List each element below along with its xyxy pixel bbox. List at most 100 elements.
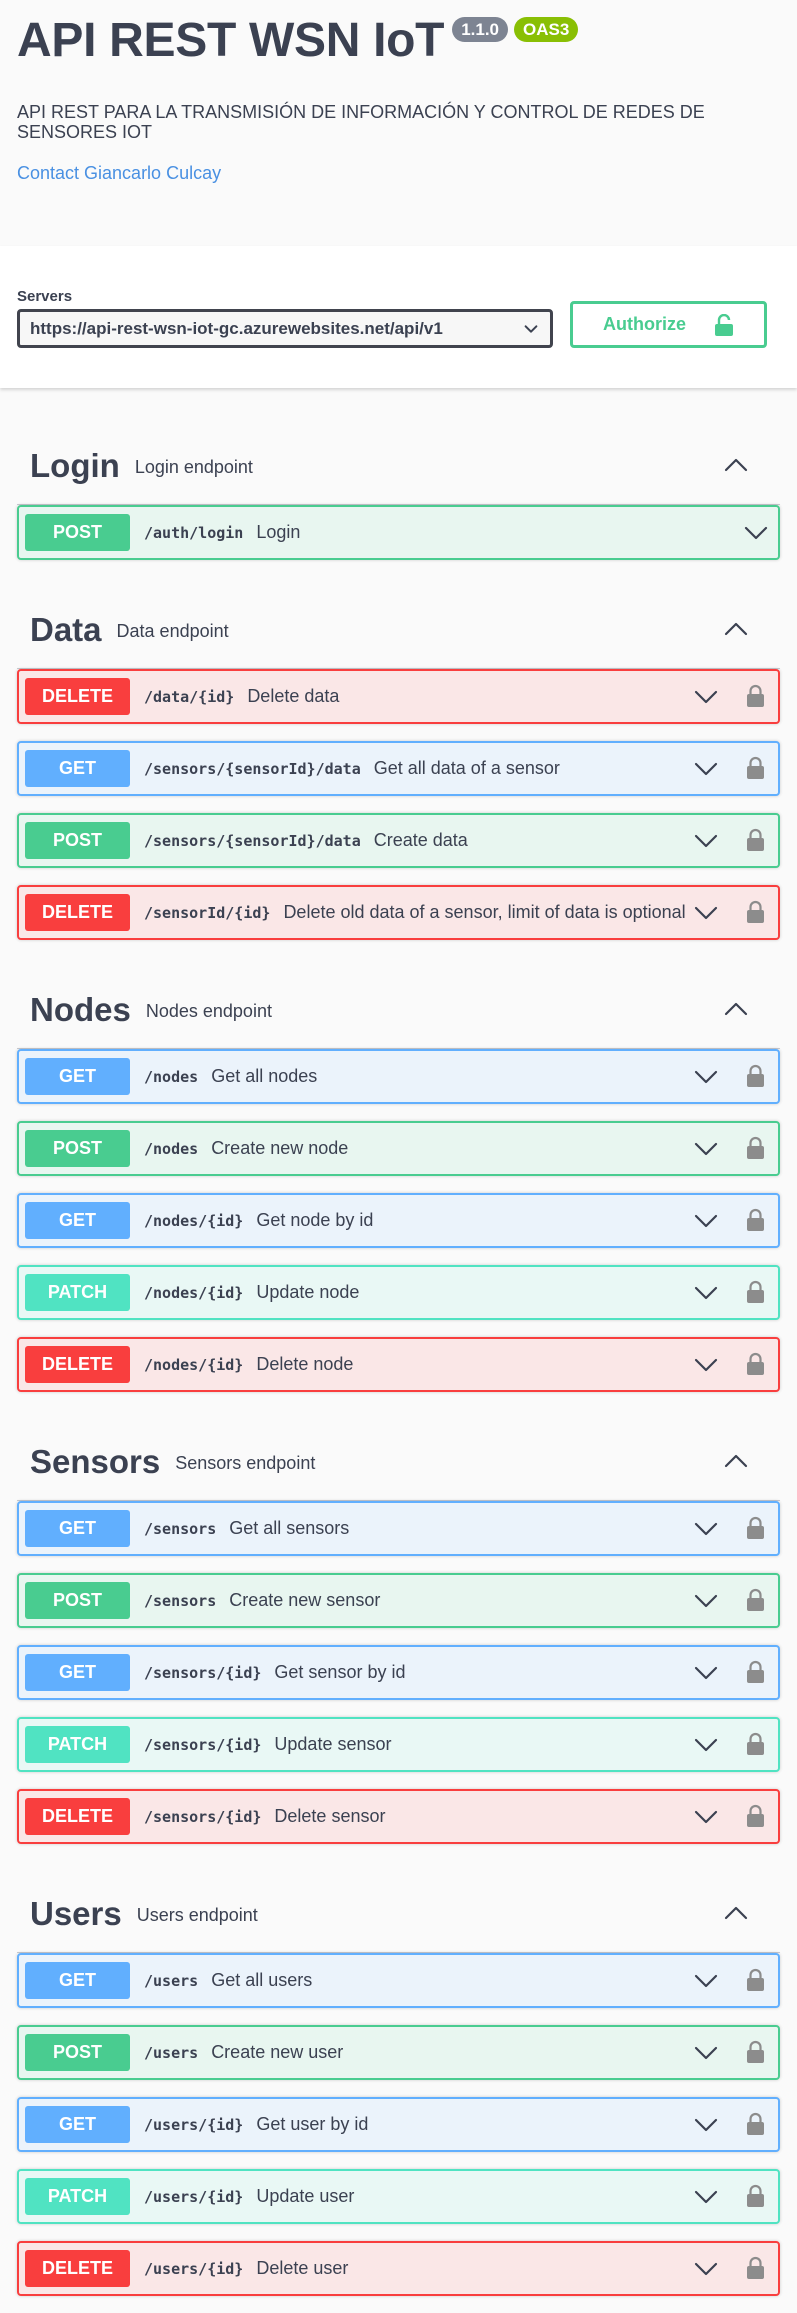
operation-path: /users/{id} [144,2259,244,2278]
operation-get-row[interactable]: GET/sensors Get all sensors [17,1501,780,1556]
oas-badge: OAS3 [514,17,579,42]
tag-description: Users endpoint [136,1905,258,1925]
tag-name: Sensors [30,1442,161,1480]
lock-icon[interactable] [746,1588,765,1612]
chevron-down-icon[interactable] [694,905,718,921]
lock-icon[interactable] [746,756,765,780]
operation-post-row[interactable]: POST/sensors Create new sensor [17,1573,780,1628]
operation-delete-row[interactable]: DELETE/nodes/{id} Delete node [17,1337,780,1392]
operation-post-row[interactable]: POST/users Create new user [17,2025,780,2080]
operation-get-row[interactable]: GET/sensors/{id} Get sensor by id [17,1645,780,1700]
operation-delete-row[interactable]: DELETE/data/{id} Delete data [17,669,780,724]
authorize-button[interactable]: Authorize [570,301,767,348]
operation-get-row[interactable]: GET/nodes Get all nodes [17,1049,780,1104]
version-badge: 1.1.0 [452,17,509,42]
chevron-down-icon[interactable] [694,2045,718,2061]
operation-summary: Create new node [211,1138,349,1158]
servers-label: Servers [17,288,73,305]
operation-post-row[interactable]: POST/sensors/{sensorId}/data Create data [17,813,780,868]
tag-header[interactable]: Sensors Sensors endpoint [17,1423,780,1501]
chevron-down-icon[interactable] [694,1973,718,1989]
operation-get-row[interactable]: GET/nodes/{id} Get node by id [17,1193,780,1248]
operation-get-row[interactable]: GET/users/{id} Get user by id [17,2097,780,2152]
operation-patch-row[interactable]: PATCH/nodes/{id} Update node [17,1265,780,1320]
server-select[interactable]: https://api-rest-wsn-iot-gc.azurewebsite… [17,309,553,348]
operation-get-row[interactable]: GET/users Get all users [17,1953,780,2008]
chevron-down-icon[interactable] [694,1593,718,1609]
operation-delete-row[interactable]: DELETE/sensors/{id} Delete sensor [17,1789,780,1844]
chevron-up-icon[interactable] [724,1905,748,1921]
chevron-down-icon[interactable] [694,1141,718,1157]
chevron-down-icon[interactable] [694,1285,718,1301]
operation-get-row[interactable]: GET/sensors/{sensorId}/data Get all data … [17,741,780,796]
authorize-label: Authorize [603,314,686,334]
api-title: API REST WSN IoT [17,14,445,67]
chevron-down-icon[interactable] [694,1665,718,1681]
lock-icon[interactable] [746,828,765,852]
lock-icon[interactable] [746,1280,765,1304]
chevron-down-icon[interactable] [694,689,718,705]
lock-icon[interactable] [746,2040,765,2064]
operation-path: /sensors [144,1591,217,1610]
lock-icon[interactable] [746,2184,765,2208]
lock-icon[interactable] [746,2112,765,2136]
operation-path: /nodes/{id} [144,1283,244,1302]
tag-description: Nodes endpoint [145,1001,272,1021]
operation-summary: Get all sensors [229,1518,350,1538]
chevron-down-icon[interactable] [694,1737,718,1753]
method-badge: DELETE [25,678,130,715]
tag-section-nodes: Nodes Nodes endpoint GET/nodes Get all node… [17,971,780,1426]
operation-summary: Get sensor by id [274,1662,406,1682]
chevron-down-icon[interactable] [744,525,768,541]
chevron-up-icon[interactable] [724,1001,748,1017]
operation-patch-row[interactable]: PATCH/users/{id} Update user [17,2169,780,2224]
lock-icon[interactable] [746,1968,765,1992]
operation-patch-row[interactable]: PATCH/sensors/{id} Update sensor [17,1717,780,1772]
method-badge: GET [25,1962,130,1999]
chevron-down-icon[interactable] [694,761,718,777]
method-badge: GET [25,1058,130,1095]
lock-icon[interactable] [746,1516,765,1540]
chevron-down-icon[interactable] [694,2261,718,2277]
operation-delete-row[interactable]: DELETE/sensorId/{id} Delete old data of a… [17,885,780,940]
contact-link[interactable]: Contact Giancarlo Culcay [17,163,780,184]
lock-icon[interactable] [746,900,765,924]
chevron-down-icon[interactable] [694,1357,718,1373]
operation-summary: Delete user [256,2258,349,2278]
tag-header[interactable]: Data Data endpoint [17,591,780,669]
tag-name: Nodes [30,990,131,1028]
operation-delete-row[interactable]: DELETE/users/{id} Delete user [17,2241,780,2296]
operation-summary: Get node by id [256,1210,374,1230]
chevron-down-icon[interactable] [694,1809,718,1825]
chevron-down-icon[interactable] [694,833,718,849]
lock-icon[interactable] [746,1064,765,1088]
operation-post-row[interactable]: POST/nodes Create new node [17,1121,780,1176]
chevron-up-icon[interactable] [724,1453,748,1469]
operation-path: /users [144,1971,199,1990]
lock-icon[interactable] [746,1208,765,1232]
chevron-up-icon[interactable] [724,457,748,473]
lock-icon[interactable] [746,1732,765,1756]
title-row: API REST WSN IoT 1.1.0 OAS3 [17,12,780,70]
method-badge: DELETE [25,2250,130,2287]
operation-post-row[interactable]: POST/auth/login Login [17,505,780,560]
lock-icon[interactable] [746,1352,765,1376]
chevron-down-icon[interactable] [694,1069,718,1085]
tag-header[interactable]: Nodes Nodes endpoint [17,971,780,1049]
chevron-down-icon[interactable] [694,2117,718,2133]
chevron-up-icon[interactable] [724,621,748,637]
chevron-down-icon[interactable] [694,2189,718,2205]
operation-summary: Create data [373,830,468,850]
lock-icon[interactable] [746,684,765,708]
tag-header[interactable]: Login Login endpoint [17,427,780,505]
lock-icon[interactable] [746,2256,765,2280]
operation-path: /sensorId/{id} [144,903,271,922]
tag-header[interactable]: Users Users endpoint [17,1875,780,1953]
chevron-down-icon[interactable] [694,1521,718,1537]
lock-icon[interactable] [746,1136,765,1160]
lock-icon[interactable] [746,1660,765,1684]
operation-path: /auth/login [144,523,244,542]
lock-icon[interactable] [746,1804,765,1828]
chevron-down-icon[interactable] [694,1213,718,1229]
method-badge: DELETE [25,1798,130,1835]
